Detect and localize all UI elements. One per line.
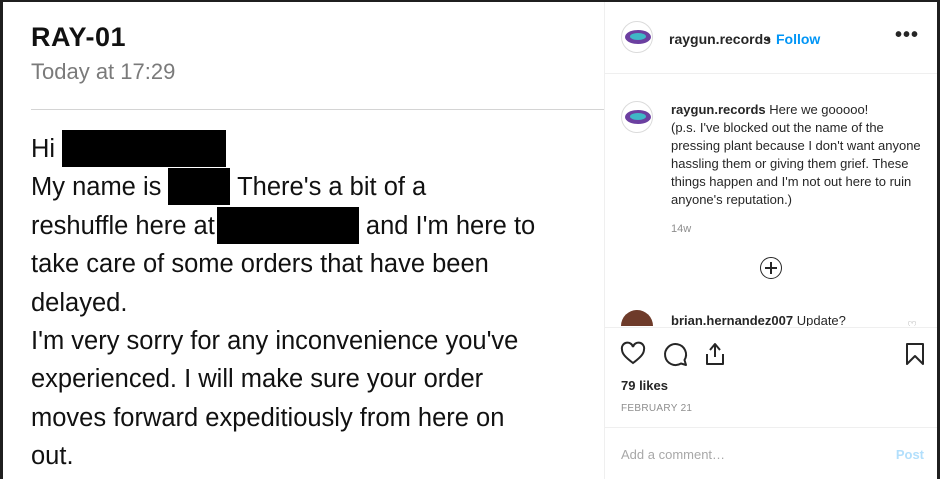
caption-username[interactable]: raygun.records xyxy=(671,102,766,117)
likes-count[interactable]: 79 likes xyxy=(621,378,668,393)
follow-button[interactable]: Follow xyxy=(776,31,820,47)
message-line: I'm very sorry for any inconvenience you… xyxy=(31,326,519,355)
message-line: reshuffle here at and I'm here to xyxy=(31,206,601,245)
message-line: experienced. I will make sure your order xyxy=(31,365,484,394)
comment-icon[interactable] xyxy=(661,340,689,368)
message-line: delayed. xyxy=(31,288,128,317)
comment-text: Update? xyxy=(796,313,846,326)
message-text: and I'm here to xyxy=(365,211,536,240)
separator-dot: • xyxy=(766,31,771,47)
divider xyxy=(31,109,604,110)
post-header: raygun.records • Follow ••• xyxy=(605,2,937,74)
post-image: RAY-01 Today at 17:29 Hi My name is Ther… xyxy=(3,2,604,479)
comment-like-icon[interactable]: ♡ xyxy=(907,319,917,326)
redaction-bar xyxy=(62,129,227,167)
post-actions: 79 likes FEBRUARY 21 xyxy=(605,327,937,427)
add-comment-bar: Add a comment… Post xyxy=(605,427,937,479)
post-button[interactable]: Post xyxy=(896,447,924,462)
avatar[interactable] xyxy=(621,310,653,326)
message-line: moves forward expeditiously from here on xyxy=(31,403,505,432)
comment-input[interactable]: Add a comment… xyxy=(621,447,725,462)
message-line: take care of some orders that have been xyxy=(31,250,489,279)
message-line: out. xyxy=(31,442,74,471)
message-date: Today at 17:29 xyxy=(31,59,176,84)
like-icon[interactable] xyxy=(619,340,647,368)
caption-text: Here we gooooo! xyxy=(769,102,869,117)
load-more-icon[interactable] xyxy=(760,257,782,279)
caption-note: (p.s. I've blocked out the name of the p… xyxy=(671,120,921,207)
message-text: There's a bit of a xyxy=(237,173,427,202)
caption-age: 14w xyxy=(671,223,692,235)
message-body: Hi My name is There's a bit of a reshuff… xyxy=(31,129,601,476)
comment: brian.hernandez007 Update? xyxy=(671,313,846,326)
message-text: My name is xyxy=(31,173,162,202)
message-title: RAY-01 xyxy=(31,22,127,52)
message-line: My name is There's a bit of a xyxy=(31,168,601,206)
message-line: Hi xyxy=(31,129,601,168)
caption: raygun.records Here we gooooo! (p.s. I'v… xyxy=(671,101,921,209)
message-text: reshuffle here at xyxy=(31,211,215,240)
avatar[interactable] xyxy=(621,21,653,53)
redaction-bar xyxy=(216,206,359,244)
comment-username[interactable]: brian.hernandez007 xyxy=(671,313,793,326)
redaction-bar xyxy=(168,168,231,206)
raygun-logo-icon xyxy=(625,30,651,44)
share-icon[interactable] xyxy=(701,340,729,368)
username-link[interactable]: raygun.records xyxy=(669,31,771,47)
avatar[interactable] xyxy=(621,101,653,133)
more-options-icon[interactable]: ••• xyxy=(895,24,919,47)
bookmark-icon[interactable] xyxy=(901,340,929,368)
post-sidebar: raygun.records • Follow ••• raygun.recor… xyxy=(604,2,937,479)
raygun-logo-icon xyxy=(625,110,651,124)
message-text: Hi xyxy=(31,135,56,163)
post-date[interactable]: FEBRUARY 21 xyxy=(621,403,692,414)
comments-list[interactable]: raygun.records Here we gooooo! (p.s. I'v… xyxy=(605,75,937,326)
post-modal: RAY-01 Today at 17:29 Hi My name is Ther… xyxy=(3,2,937,479)
